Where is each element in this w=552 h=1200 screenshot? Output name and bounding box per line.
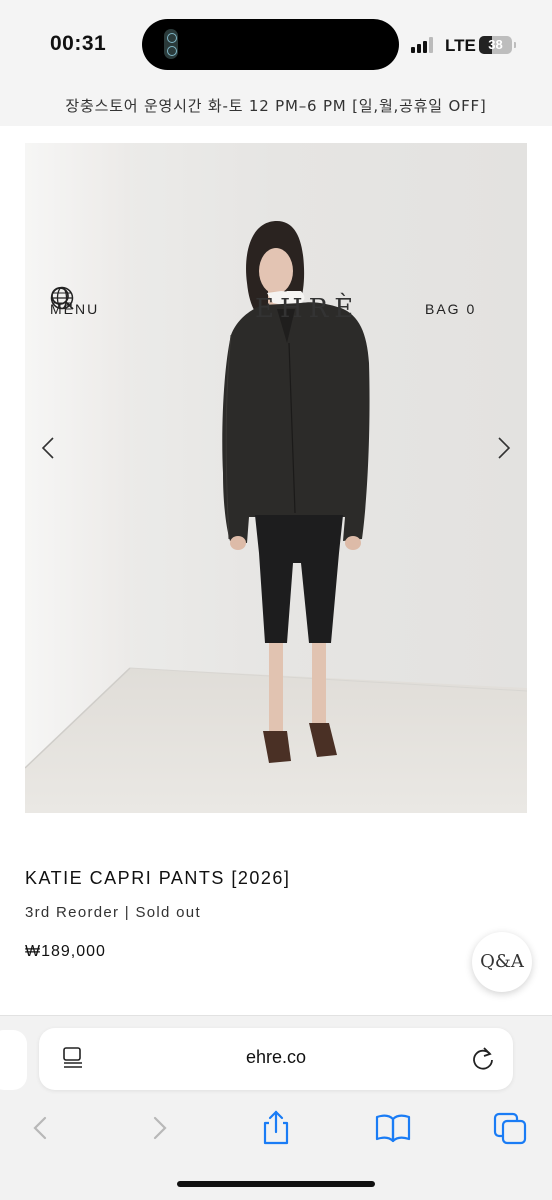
globe-icon[interactable] <box>50 286 74 310</box>
product-name: KATIE CAPRI PANTS [2026] <box>25 868 291 888</box>
product-price: ₩189,000 <box>25 943 106 960</box>
chevron-left-icon[interactable] <box>34 428 64 468</box>
battery-icon: 38 <box>479 36 516 54</box>
product-subtitle: 3rd Reorder | Sold out <box>25 904 201 921</box>
status-bar: 00:31 LTE 38 <box>0 0 552 90</box>
reload-icon[interactable] <box>470 1045 496 1071</box>
chevron-right-icon[interactable] <box>488 428 518 468</box>
battery-level: 38 <box>488 37 503 52</box>
share-icon[interactable] <box>256 1108 296 1148</box>
tabs-icon[interactable] <box>491 1108 531 1148</box>
browser-toolbar: ehre.co <box>0 1015 552 1200</box>
camera-icon <box>164 29 178 59</box>
forward-icon[interactable] <box>140 1108 180 1148</box>
dynamic-island <box>142 19 399 70</box>
site-header: MENU EHRÈ BAG 0 <box>50 286 527 334</box>
previous-tab-preview[interactable] <box>0 1030 27 1090</box>
product-image[interactable]: MENU EHRÈ BAG 0 <box>25 143 527 813</box>
bag-button[interactable]: BAG 0 <box>425 301 476 317</box>
home-indicator <box>177 1181 375 1187</box>
bookmarks-icon[interactable] <box>373 1108 413 1148</box>
site-logo[interactable]: EHRÈ <box>255 294 359 324</box>
back-icon[interactable] <box>20 1108 60 1148</box>
product-photo <box>25 143 527 813</box>
network-label: LTE <box>445 36 476 55</box>
announcement-bar: 장충스토어 운영시간 화-토 12 PM–6 PM [일,월,공휴일 OFF] <box>0 90 552 126</box>
signal-icon <box>411 37 437 53</box>
status-time: 00:31 <box>50 32 107 55</box>
url-text: ehre.co <box>245 1047 307 1067</box>
qa-button[interactable]: Q&A <box>472 932 532 992</box>
address-bar[interactable]: ehre.co <box>39 1028 513 1090</box>
